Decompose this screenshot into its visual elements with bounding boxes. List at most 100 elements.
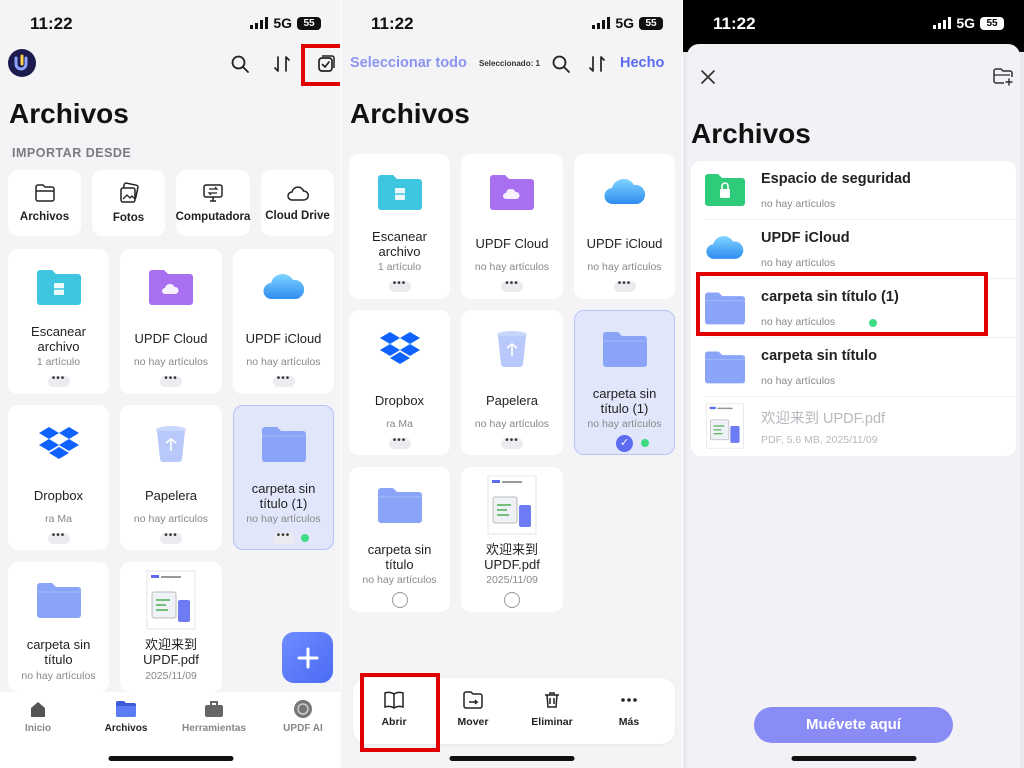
home-icon [31, 702, 45, 717]
dropbox-icon [379, 332, 420, 364]
row-name: UPDF iCloud [761, 230, 850, 246]
folder-card-updf-cloud[interactable]: UPDF Cloud no hay artículos ••• [120, 249, 222, 394]
tab-herramientas[interactable]: Herramientas [174, 699, 254, 734]
select-radio[interactable] [504, 592, 520, 608]
more-icon[interactable]: ••• [272, 531, 295, 544]
card-sub: ra Ma [386, 418, 413, 430]
folder-card-escanear[interactable]: Escanear archivo 1 artículo ••• [8, 249, 109, 394]
card-name: UPDF iCloud [586, 236, 663, 251]
card-name: Escanear archivo [372, 229, 427, 259]
cloud-outline-icon [286, 186, 309, 201]
folder-card-updf-icloud[interactable]: UPDF iCloud no hay artículos ••• [574, 154, 675, 299]
trash-bin-icon [497, 331, 527, 367]
tab-archivos[interactable]: Archivos [86, 699, 166, 734]
panel-files-select: 11:22 5G 55 Seleccionar todo Seleccionad… [341, 0, 683, 768]
home-indicator [791, 756, 916, 761]
card-sub: 1 artículo [377, 261, 422, 273]
battery-icon: 55 [639, 16, 663, 30]
sort-icon[interactable] [270, 52, 294, 76]
folder-card-updf-cloud[interactable]: UPDF Cloud no hay artículos ••• [461, 154, 563, 299]
import-fotos-button[interactable]: Fotos [92, 170, 165, 236]
ai-icon [294, 700, 312, 718]
status-time: 11:22 [30, 14, 73, 33]
folder-card-dropbox[interactable]: Dropbox ra Ma ••• [8, 405, 109, 550]
pdf-thumbnail-icon [487, 475, 537, 535]
tab-updf-ai[interactable]: UPDF AI [263, 699, 341, 734]
signal-icon [250, 17, 269, 29]
card-name: carpeta sin título (1) [251, 481, 316, 511]
import-label: Fotos [112, 212, 145, 224]
folder-card-carpeta[interactable]: carpeta sin título no hay artículos [8, 562, 109, 692]
card-name: carpeta sin título [367, 542, 432, 572]
more-button[interactable]: Más [594, 690, 664, 728]
file-card-updf-pdf[interactable]: 欢迎来到 UPDF.pdf 2025/11/09 [461, 467, 563, 612]
card-name: UPDF Cloud [475, 236, 549, 251]
more-icon[interactable]: ••• [160, 531, 182, 544]
more-icon[interactable]: ••• [388, 279, 411, 292]
card-name: carpeta sin título (1) [592, 386, 657, 416]
list-item-carpeta[interactable]: carpeta sin título no hay artículos [691, 338, 1016, 397]
app-logo-icon[interactable] [8, 49, 36, 77]
add-button[interactable] [282, 632, 333, 683]
more-icon[interactable]: ••• [47, 374, 70, 387]
pdf-thumbnail-icon [706, 403, 744, 449]
checked-icon[interactable]: ✓ [616, 435, 633, 452]
import-computadora-button[interactable]: Computadora [176, 170, 250, 236]
card-name: Papelera [144, 488, 198, 503]
more-icon[interactable]: ••• [501, 436, 523, 449]
list-item-updf-icloud[interactable]: UPDF iCloud no hay artículos [691, 220, 1016, 279]
dropbox-icon [38, 427, 79, 459]
trash-icon [545, 692, 559, 708]
signal-icon [933, 17, 952, 29]
folder-card-dropbox[interactable]: Dropbox ra Ma ••• [349, 310, 450, 455]
card-name: Dropbox [33, 488, 84, 503]
folder-icon [377, 488, 422, 523]
folder-card-updf-icloud[interactable]: UPDF iCloud no hay artículos ••• [233, 249, 334, 394]
done-button[interactable]: Hecho [620, 55, 664, 71]
status-bar: 11:22 5G 55 [341, 0, 683, 44]
more-icon[interactable]: ••• [388, 436, 411, 449]
more-icon[interactable]: ••• [501, 279, 523, 292]
trash-bin-icon [156, 426, 186, 462]
page-title: Archivos [350, 98, 470, 129]
network-label: 5G [273, 15, 292, 31]
status-bar: 11:22 5G 55 [0, 0, 341, 44]
close-icon[interactable] [697, 66, 719, 88]
move-button[interactable]: Mover [438, 690, 508, 728]
import-archivos-button[interactable]: Archivos [8, 170, 81, 236]
import-cloud-drive-button[interactable]: Cloud Drive [261, 170, 334, 236]
sort-icon[interactable] [585, 52, 609, 76]
folder-card-papelera[interactable]: Papelera no hay artículos ••• [120, 405, 222, 550]
select-all-button[interactable]: Seleccionar todo [350, 55, 467, 71]
card-sub: no hay artículos [587, 418, 662, 430]
battery-icon: 55 [297, 16, 321, 30]
more-icon[interactable]: ••• [272, 374, 295, 387]
folder-card-carpeta-1[interactable]: carpeta sin título (1) no hay artículos … [233, 405, 334, 550]
delete-button[interactable]: Eliminar [517, 690, 587, 728]
select-radio[interactable] [391, 592, 408, 608]
file-card-updf-pdf[interactable]: 欢迎来到 UPDF.pdf 2025/11/09 [120, 562, 222, 692]
icloud-icon [262, 274, 304, 300]
secure-folder-icon [705, 174, 745, 206]
card-name: Dropbox [374, 393, 425, 408]
sync-status-dot [301, 534, 309, 542]
more-icon[interactable]: ••• [160, 374, 182, 387]
home-indicator [108, 756, 233, 761]
folder-card-carpeta[interactable]: carpeta sin título no hay artículos [349, 467, 450, 612]
folder-card-papelera[interactable]: Papelera no hay artículos ••• [461, 310, 563, 455]
card-name: Papelera [485, 393, 539, 408]
more-icon[interactable]: ••• [47, 531, 70, 544]
search-icon[interactable] [549, 52, 573, 76]
new-folder-icon[interactable] [991, 66, 1015, 88]
folder-card-carpeta-1-selected[interactable]: carpeta sin título (1) no hay artículos … [574, 310, 675, 455]
list-item-secure-space[interactable]: Espacio de seguridad no hay artículos [691, 161, 1016, 220]
card-name: 欢迎来到 UPDF.pdf [484, 542, 540, 572]
more-icon[interactable]: ••• [613, 279, 636, 292]
search-icon[interactable] [228, 52, 252, 76]
scan-folder-icon [36, 270, 81, 305]
tab-inicio[interactable]: Inicio [0, 699, 78, 734]
card-sub: no hay artículos [246, 513, 321, 525]
move-here-button[interactable]: Muévete aquí [754, 707, 953, 743]
card-name: carpeta sin título [26, 637, 91, 667]
folder-card-escanear[interactable]: Escanear archivo 1 artículo ••• [349, 154, 450, 299]
